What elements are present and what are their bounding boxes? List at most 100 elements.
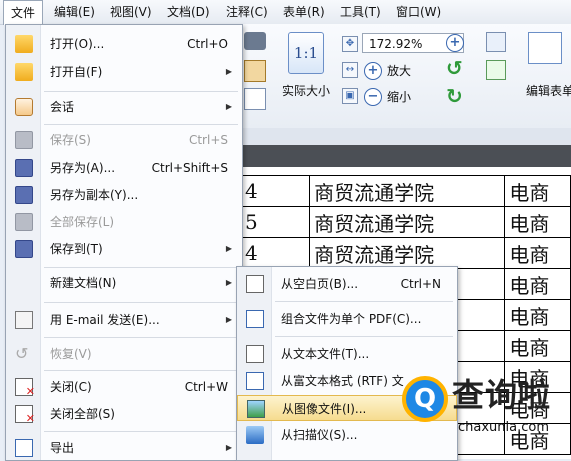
table-cell: 电商 [504,206,571,238]
submenu-item-label: 从图像文件(I)... [282,402,367,416]
zoom-in-button[interactable]: 放大 [387,62,411,80]
toolbar: 1:1 实际大小 ✥ ↔ ▣ 172.92% ▼ + + 放大 − 缩小 ↺ ↻… [240,24,571,128]
table-cell: 电商 [504,175,571,207]
menu-item-save-copy[interactable]: 另存为副本(Y)... [6,182,242,208]
menu-item-export[interactable]: 导出 ▶ [6,435,242,461]
chevron-right-icon: ▶ [225,67,232,76]
rotate-right-icon[interactable]: ↻ [446,84,463,108]
menu-form[interactable]: 表单(R) [276,0,332,24]
menu-item-close[interactable]: ✕ 关闭(C) Ctrl+W [6,374,242,400]
menu-item-save-all[interactable]: 全部保存(L) [6,209,242,235]
menu-item-email[interactable]: 用 E-mail 发送(E)... ▶ [6,307,242,333]
text-file-icon [246,345,264,363]
table-row: 4 商贸流通学院 电商 [239,175,571,207]
menu-comment[interactable]: 注释(C) [219,0,275,24]
menu-item-revert[interactable]: ↺ 恢复(V) [6,341,242,367]
menu-tools[interactable]: 工具(T) [333,0,388,24]
menu-separator [44,267,238,268]
close-doc-icon: ✕ [15,378,35,398]
fit-width-icon[interactable]: ↔ [342,62,358,78]
menu-separator [44,302,238,303]
menu-item-label: 保存(S) [50,133,91,147]
save-all-icon [15,213,33,231]
table-row: 5 商贸流通学院 电商 [239,206,571,238]
zoom-tool-icon[interactable]: + [446,34,464,52]
menu-item-save-to[interactable]: 保存到(T) ▶ [6,236,242,262]
close-all-icon: ✕ [15,405,35,425]
chevron-right-icon: ▶ [225,443,232,452]
menu-view[interactable]: 视图(V) [103,0,159,24]
menu-item-label: 新建文档(N) [50,276,117,290]
table-cell: 商贸流通学院 [309,175,506,207]
submenu-item-label: 从扫描仪(S)... [281,428,358,442]
zoom-out-button[interactable]: 缩小 [387,88,411,106]
menu-item-label: 打开(O)... [50,37,105,51]
paste-icon[interactable] [244,60,266,82]
menu-file[interactable]: 文件 [3,0,44,25]
submenu-item-blank-page[interactable]: 从空白页(B)... Ctrl+N [237,271,457,297]
menu-separator [275,301,453,302]
menu-item-close-all[interactable]: ✕ 关闭全部(S) [6,401,242,427]
submenu-item-text-file[interactable]: 从文本文件(T)... [237,341,457,367]
menu-item-shortcut: Ctrl+O [187,37,228,51]
table-row: 4 商贸流通学院 电商 [239,237,571,269]
menu-item-save-as[interactable]: 另存为(A)... Ctrl+Shift+S [6,155,242,181]
fit-page-icon[interactable]: ✥ [342,36,358,52]
save-to-icon [15,240,33,258]
add-text-icon[interactable] [486,60,506,80]
page-icon[interactable] [244,88,266,110]
menu-item-label: 打开自(F) [50,65,103,79]
watermark-name: 查询啦 [452,376,552,414]
menu-item-open[interactable]: 打开(O)... Ctrl+O [6,31,242,57]
table-cell: 电商 [504,330,571,362]
toolbar-strip [240,128,571,145]
camera-icon[interactable] [244,32,266,50]
menu-separator [275,336,453,337]
menu-item-open-from[interactable]: 打开自(F) ▶ [6,59,242,85]
menu-window[interactable]: 窗口(W) [389,0,448,24]
menu-item-session[interactable]: 会话 ▶ [6,94,242,120]
menu-edit[interactable]: 编辑(E) [47,0,102,24]
submenu-item-shortcut: Ctrl+N [400,277,441,291]
table-cell: 4 [239,237,311,269]
typewriter-icon[interactable] [486,32,506,52]
zoom-in-icon[interactable]: + [364,62,382,80]
menu-item-label: 关闭全部(S) [50,407,115,421]
menu-separator [44,431,238,432]
revert-icon: ↺ [15,344,29,363]
menu-separator [44,370,238,371]
save-as-icon [15,159,33,177]
menu-item-shortcut: Ctrl+Shift+S [151,161,228,175]
document-header-bar [240,145,571,167]
menu-document[interactable]: 文档(D) [160,0,217,24]
menu-item-label: 会话 [50,100,75,114]
edit-form-label[interactable]: 编辑表单 [526,82,571,99]
table-cell: 商贸流通学院 [309,237,506,269]
menu-item-label: 另存为副本(Y)... [50,188,139,202]
actual-size-label[interactable]: 实际大小 [276,82,336,99]
file-menu: 打开(O)... Ctrl+O 打开自(F) ▶ 会话 ▶ 保存(S) Ctrl… [5,24,243,461]
edit-form-icon[interactable] [528,32,562,64]
combine-pdf-icon [246,310,264,328]
actual-size-icon[interactable]: 1:1 [288,32,324,74]
submenu-item-combine-pdf[interactable]: 组合文件为单个 PDF(C)... [237,306,457,332]
save-copy-icon [15,186,33,204]
menu-item-label: 恢复(V) [50,347,92,361]
watermark-url: chaxunla.com [458,420,549,435]
rotate-left-icon[interactable]: ↺ [446,56,463,80]
menu-bar: 文件 编辑(E) 视图(V) 文档(D) 注释(C) 表单(R) 工具(T) 窗… [0,0,571,25]
menu-item-shortcut: Ctrl+W [184,380,228,394]
zoom-out-icon[interactable]: − [364,88,382,106]
chevron-right-icon: ▶ [225,244,232,253]
image-file-icon [247,400,265,418]
fit-visible-icon[interactable]: ▣ [342,88,358,104]
submenu-item-label: 从富文本格式 (RTF) 文 [281,374,404,388]
menu-item-save[interactable]: 保存(S) Ctrl+S [6,127,242,153]
menu-item-new-document[interactable]: 新建文档(N) ▶ [6,270,242,296]
watermark-logo-icon: Q [402,376,448,422]
table-cell: 电商 [504,299,571,331]
menu-item-label: 导出 [50,441,75,455]
table-cell: 5 [239,206,311,238]
blank-page-icon [246,275,264,293]
menu-separator [44,337,238,338]
